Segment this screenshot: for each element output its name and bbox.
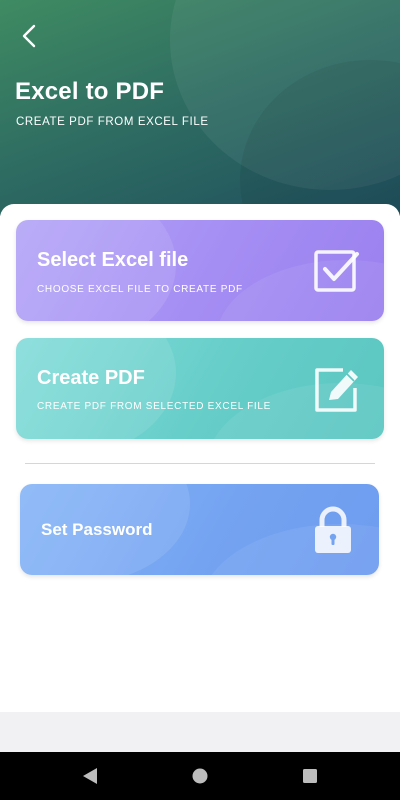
checkbox-icon — [314, 250, 359, 292]
recents-nav-icon — [303, 769, 317, 783]
header: Excel to PDF CREATE PDF FROM EXCEL FILE — [0, 0, 400, 216]
home-nav-icon — [192, 768, 208, 784]
lock-icon — [315, 506, 351, 553]
create-pdf-button[interactable]: Create PDF CREATE PDF FROM SELECTED EXCE… — [16, 338, 384, 439]
card-title: Select Excel file — [37, 249, 189, 271]
set-password-button[interactable]: Set Password — [20, 484, 379, 575]
card-subtitle: CREATE PDF FROM SELECTED EXCEL FILE — [37, 401, 271, 412]
chevron-left-icon — [22, 24, 36, 48]
card-title: Set Password — [41, 520, 153, 539]
nav-back-button[interactable] — [79, 766, 101, 786]
page-subtitle: CREATE PDF FROM EXCEL FILE — [16, 116, 209, 128]
nav-recents-button[interactable] — [299, 766, 321, 786]
system-navigation-bar — [0, 752, 400, 800]
divider — [25, 463, 375, 464]
select-excel-file-button[interactable]: Select Excel file CHOOSE EXCEL FILE TO C… — [16, 220, 384, 321]
edit-icon — [315, 368, 358, 412]
card-subtitle: CHOOSE EXCEL FILE TO CREATE PDF — [37, 284, 243, 295]
card-title: Create PDF — [37, 367, 145, 389]
bottom-area — [0, 712, 400, 752]
page-title: Excel to PDF — [15, 78, 165, 105]
nav-home-button[interactable] — [189, 766, 211, 786]
back-button[interactable] — [14, 20, 46, 52]
back-nav-icon — [83, 768, 97, 784]
